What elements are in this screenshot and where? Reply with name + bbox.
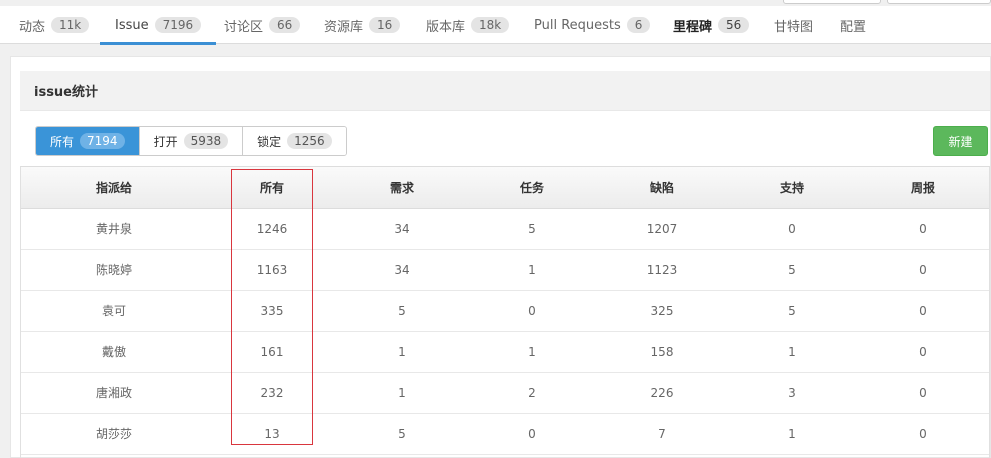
filter-count-badge: 5938 [183,133,229,149]
tab-label: 讨论区 [224,19,264,35]
new-issue-button[interactable]: 新建 [933,126,988,156]
table-header-row: 指派给 所有 需求 任务 缺陷 支持 周报 [21,167,989,209]
tab-discussion[interactable]: 讨论区 66 [224,6,301,44]
table-row: 唐湘政 232 1 2 226 3 0 [21,372,989,414]
cell-task[interactable]: 0 [467,413,597,455]
issue-stats-panel: issue统计 所有 7194 打开 5938 锁定 1256 新建 指派给 所有 需… [10,56,991,458]
cell-defect[interactable]: 226 [597,372,727,414]
cell-requirement[interactable]: 5 [337,290,467,332]
cell-assignee: 唐湘政 [21,372,207,414]
cell-task[interactable]: 1 [467,249,597,291]
tab-resources[interactable]: 资源库 16 [324,6,401,44]
tab-label: 里程碑 [673,19,713,35]
top-toolbar-button[interactable] [887,0,991,4]
column-header-requirement[interactable]: 需求 [337,167,467,209]
table-row: 戴傲 161 1 1 158 1 0 [21,331,989,373]
cell-task[interactable]: 1 [467,331,597,373]
issue-status-filter: 所有 7194 打开 5938 锁定 1256 [35,126,347,156]
filter-count-badge: 1256 [287,133,332,149]
cell-weekly-report[interactable]: 0 [857,249,989,291]
top-strip [0,0,991,4]
cell-support[interactable]: 3 [727,372,857,414]
table-row: 袁可 335 5 0 325 5 0 [21,290,989,332]
tab-label: 资源库 [324,19,364,35]
cell-support[interactable]: 0 [727,208,857,250]
table-row: 陈晓婷 1163 34 1 1123 5 0 [21,249,989,291]
tab-pull-requests[interactable]: Pull Requests 6 [534,6,651,44]
cell-task[interactable]: 2 [467,372,597,414]
cell-support[interactable]: 5 [727,249,857,291]
cell-assignee: 黄井泉 [21,208,207,250]
tab-count-badge: 6 [626,17,651,33]
cell-weekly-report[interactable]: 0 [857,290,989,332]
project-tab-bar: 动态 11k Issue 7196 讨论区 66 资源库 16 版本库 18k Pull … [0,6,991,45]
cell-assignee: 戴傲 [21,331,207,373]
filter-count-badge: 7194 [80,133,125,149]
filter-locked[interactable]: 锁定 1256 [243,127,346,155]
tab-label: 甘特图 [774,19,814,35]
tab-issue[interactable]: Issue 7196 [99,6,217,45]
tab-repository[interactable]: 版本库 18k [426,6,510,44]
cell-all[interactable]: 1246 [207,208,337,250]
cell-support[interactable]: 1 [727,413,857,455]
cell-requirement[interactable]: 34 [337,208,467,250]
cell-all[interactable]: 1163 [207,249,337,291]
cell-defect[interactable]: 158 [597,331,727,373]
tab-milestones[interactable]: 里程碑 56 [673,6,750,44]
cell-all[interactable]: 335 [207,290,337,332]
cell-weekly-report[interactable]: 0 [857,208,989,250]
cell-weekly-report[interactable]: 0 [857,372,989,414]
tab-label: 版本库 [426,19,466,35]
filter-open[interactable]: 打开 5938 [139,127,244,155]
tab-count-badge: 56 [718,17,750,33]
cell-support[interactable]: 1 [727,331,857,373]
filter-label: 锁定 [257,134,282,149]
cell-requirement[interactable]: 1 [337,372,467,414]
cell-assignee: 陈晓婷 [21,249,207,291]
cell-all[interactable]: 161 [207,331,337,373]
filter-label: 所有 [50,134,75,149]
tab-activity[interactable]: 动态 11k [19,6,90,44]
tab-label: Pull Requests [534,17,621,33]
cell-weekly-report[interactable]: 0 [857,413,989,455]
tab-settings[interactable]: 配置 [840,6,866,44]
cell-task[interactable]: 0 [467,290,597,332]
cell-defect[interactable]: 7 [597,413,727,455]
tab-label: Issue [115,17,149,33]
column-header-support[interactable]: 支持 [727,167,857,209]
cell-weekly-report[interactable]: 0 [857,331,989,373]
panel-title: issue统计 [20,71,990,111]
column-header-assignee[interactable]: 指派给 [21,167,207,209]
cell-defect[interactable]: 1123 [597,249,727,291]
tab-count-badge: 18k [471,17,510,33]
tab-gantt[interactable]: 甘特图 [774,6,813,44]
tab-count-badge: 66 [269,17,301,33]
table-row: 胡莎莎 13 5 0 7 1 0 [21,413,989,455]
cell-task[interactable]: 5 [467,208,597,250]
cell-assignee: 胡莎莎 [21,413,207,455]
table-row: 黄井泉 1246 34 5 1207 0 0 [21,208,989,250]
filter-all[interactable]: 所有 7194 [36,127,140,155]
top-toolbar-button[interactable] [783,0,881,4]
tab-count-badge: 11k [51,17,90,33]
column-header-task[interactable]: 任务 [467,167,597,209]
cell-requirement[interactable]: 34 [337,249,467,291]
tab-label: 动态 [19,19,46,35]
column-header-defect[interactable]: 缺陷 [597,167,727,209]
filter-label: 打开 [153,134,178,149]
cell-defect[interactable]: 1207 [597,208,727,250]
tab-count-badge: 16 [369,17,401,33]
cell-requirement[interactable]: 1 [337,331,467,373]
cell-defect[interactable]: 325 [597,290,727,332]
cell-requirement[interactable]: 5 [337,413,467,455]
cell-all[interactable]: 232 [207,372,337,414]
issue-stats-table: 指派给 所有 需求 任务 缺陷 支持 周报 黄井泉 1246 34 5 1207… [20,166,990,458]
column-header-weekly-report[interactable]: 周报 [857,167,989,209]
column-header-all[interactable]: 所有 [207,167,337,209]
tab-count-badge: 7196 [154,17,202,33]
cell-support[interactable]: 5 [727,290,857,332]
cell-assignee: 袁可 [21,290,207,332]
tab-label: 配置 [840,19,867,35]
cell-all[interactable]: 13 [207,413,337,455]
